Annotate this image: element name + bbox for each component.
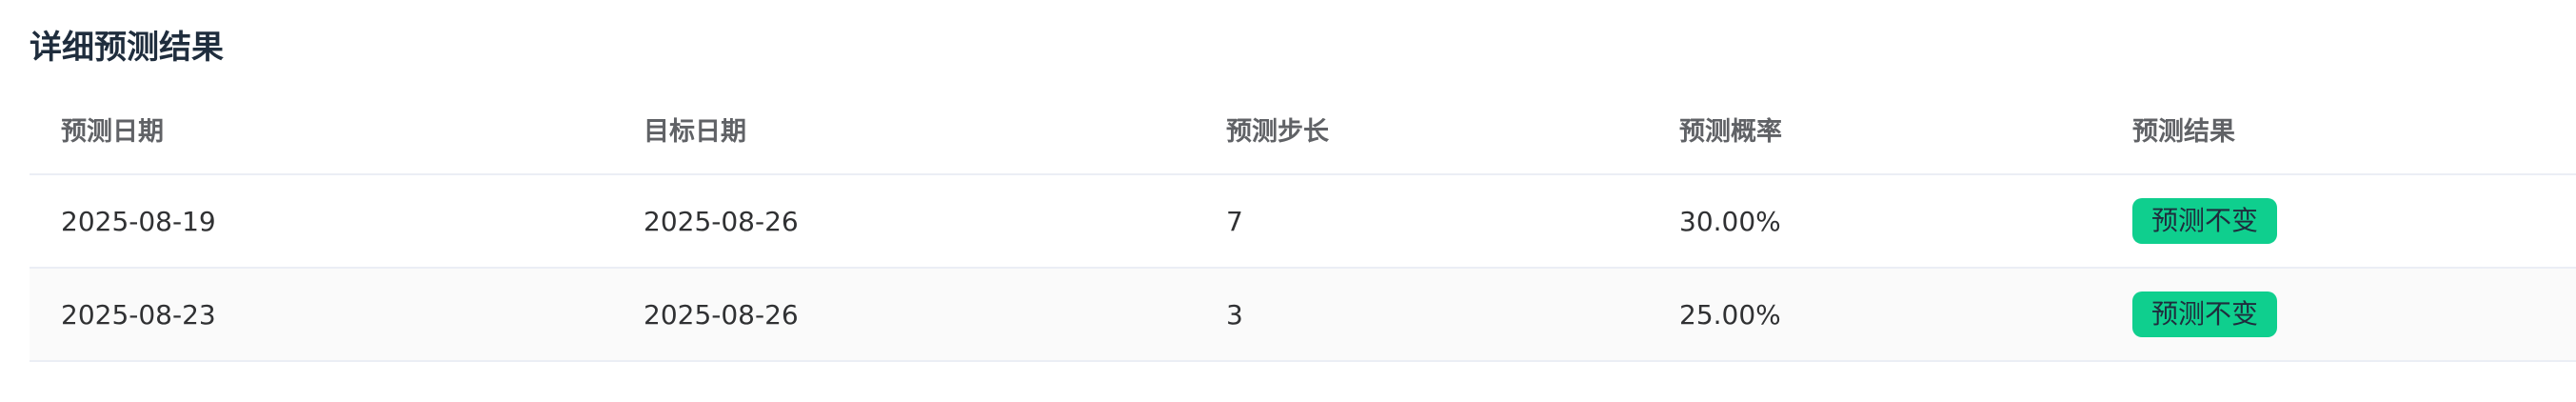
column-header-step: 预测步长 <box>1226 116 1329 147</box>
table-header-row: 预测日期 目标日期 预测步长 预测概率 预测结果 <box>30 84 2576 175</box>
target-date-cell: 2025-08-26 <box>644 298 799 331</box>
detail-results-panel: 详细预测结果 预测日期 目标日期 预测步长 预测概率 预测结果 2025-08-… <box>0 0 2576 402</box>
result-cell: 预测不变 <box>2132 175 2278 267</box>
results-table: 预测日期 目标日期 预测步长 预测概率 预测结果 2025-08-19 2025… <box>30 84 2576 362</box>
result-cell: 预测不变 <box>2132 269 2278 360</box>
column-header-predict-date: 预测日期 <box>61 116 164 147</box>
table-row: 2025-08-19 2025-08-26 7 30.00% 预测不变 <box>30 175 2576 269</box>
step-cell: 7 <box>1226 205 1243 237</box>
result-tag: 预测不变 <box>2132 291 2278 337</box>
column-header-target-date: 目标日期 <box>644 116 746 147</box>
section-title: 详细预测结果 <box>30 29 224 67</box>
predict-date-cell: 2025-08-19 <box>61 205 216 237</box>
column-header-probability: 预测概率 <box>1679 116 1782 147</box>
result-tag: 预测不变 <box>2132 198 2278 244</box>
step-cell: 3 <box>1226 298 1243 331</box>
probability-cell: 25.00% <box>1679 298 1781 331</box>
predict-date-cell: 2025-08-23 <box>61 298 216 331</box>
column-header-result: 预测结果 <box>2132 116 2235 147</box>
probability-cell: 30.00% <box>1679 205 1781 237</box>
table-row: 2025-08-23 2025-08-26 3 25.00% 预测不变 <box>30 269 2576 362</box>
target-date-cell: 2025-08-26 <box>644 205 799 237</box>
